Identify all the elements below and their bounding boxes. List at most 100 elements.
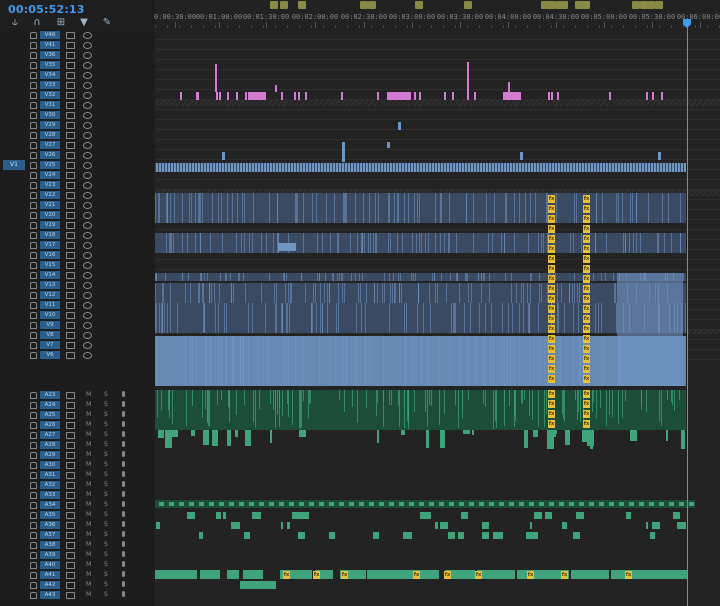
- fx-badge[interactable]: fx: [548, 285, 555, 293]
- audio-clip[interactable]: [524, 430, 528, 448]
- audio-clip[interactable]: [165, 430, 172, 448]
- video-block[interactable]: [155, 273, 686, 281]
- fx-badge[interactable]: fx: [548, 265, 555, 273]
- sync-lock-icon[interactable]: [66, 72, 75, 79]
- eye-icon[interactable]: [83, 282, 92, 289]
- lock-icon[interactable]: [30, 252, 37, 259]
- graphics-clip[interactable]: [652, 92, 654, 100]
- lock-icon[interactable]: [30, 242, 37, 249]
- lock-icon[interactable]: [30, 532, 37, 539]
- lock-icon[interactable]: [30, 92, 37, 99]
- graphics-clip[interactable]: [646, 92, 648, 100]
- voiceover-mic-icon[interactable]: [122, 571, 125, 577]
- audio-clip[interactable]: [435, 522, 438, 529]
- timeline-marker[interactable]: [582, 1, 590, 9]
- audio-clip[interactable]: [171, 430, 178, 437]
- sync-lock-icon[interactable]: [66, 132, 75, 139]
- lock-icon[interactable]: [30, 192, 37, 199]
- sync-lock-icon[interactable]: [66, 142, 75, 149]
- fx-badge[interactable]: fx: [548, 365, 555, 373]
- track-name[interactable]: A27: [40, 431, 60, 439]
- sync-lock-icon[interactable]: [66, 302, 75, 309]
- voiceover-mic-icon[interactable]: [122, 411, 125, 417]
- audio-clip[interactable]: [227, 430, 231, 446]
- mute-button[interactable]: M: [86, 420, 91, 430]
- sync-lock-icon[interactable]: [66, 492, 75, 499]
- solo-button[interactable]: S: [104, 430, 108, 440]
- sync-lock-icon[interactable]: [66, 472, 75, 479]
- voiceover-mic-icon[interactable]: [122, 471, 125, 477]
- fx-badge[interactable]: fx: [548, 420, 555, 428]
- audio-clip[interactable]: [562, 522, 567, 529]
- fx-badge[interactable]: fx: [283, 571, 290, 579]
- eye-icon[interactable]: [83, 92, 92, 99]
- audio-clip[interactable]: [582, 430, 588, 442]
- audio-clip[interactable]: [571, 570, 609, 579]
- playhead-line[interactable]: [687, 20, 688, 606]
- track-name[interactable]: A31: [40, 471, 60, 479]
- sync-lock-icon[interactable]: [66, 162, 75, 169]
- lock-icon[interactable]: [30, 422, 37, 429]
- lock-icon[interactable]: [30, 122, 37, 129]
- track-name[interactable]: V7: [40, 341, 60, 349]
- fx-badge[interactable]: fx: [583, 215, 590, 223]
- audio-clip[interactable]: [299, 430, 306, 437]
- track-name[interactable]: A23: [40, 391, 60, 399]
- graphics-clip[interactable]: [393, 92, 411, 100]
- fx-badge[interactable]: fx: [548, 245, 555, 253]
- video-clip[interactable]: [520, 152, 523, 160]
- sync-lock-icon[interactable]: [66, 272, 75, 279]
- track-name[interactable]: A30: [40, 461, 60, 469]
- sync-lock-icon[interactable]: [66, 452, 75, 459]
- audio-clip[interactable]: [373, 532, 379, 539]
- track-name[interactable]: V27: [40, 141, 60, 149]
- audio-clip[interactable]: [590, 430, 593, 449]
- solo-button[interactable]: S: [104, 560, 108, 570]
- solo-button[interactable]: S: [104, 490, 108, 500]
- eye-icon[interactable]: [83, 82, 92, 89]
- track-name[interactable]: A41: [40, 571, 60, 579]
- audio-clip[interactable]: [403, 532, 412, 539]
- video-block[interactable]: [155, 303, 686, 333]
- solo-button[interactable]: S: [104, 460, 108, 470]
- lock-icon[interactable]: [30, 402, 37, 409]
- sync-lock-icon[interactable]: [66, 312, 75, 319]
- timeline-marker[interactable]: [647, 1, 655, 9]
- track-name[interactable]: V31: [40, 101, 60, 109]
- audio-clip[interactable]: [576, 512, 584, 519]
- fx-badge[interactable]: fx: [583, 205, 590, 213]
- voiceover-mic-icon[interactable]: [122, 461, 125, 467]
- fx-badge[interactable]: fx: [548, 235, 555, 243]
- sync-lock-icon[interactable]: [66, 562, 75, 569]
- sync-lock-icon[interactable]: [66, 202, 75, 209]
- mute-button[interactable]: M: [86, 550, 91, 560]
- fx-badge[interactable]: fx: [583, 335, 590, 343]
- audio-clip[interactable]: [533, 430, 538, 437]
- track-name[interactable]: A28: [40, 441, 60, 449]
- video-block[interactable]: [155, 283, 686, 303]
- audio-clip[interactable]: [565, 430, 570, 445]
- graphics-clip[interactable]: [275, 85, 277, 92]
- audio-clip[interactable]: [482, 522, 489, 529]
- lock-icon[interactable]: [30, 442, 37, 449]
- track-name[interactable]: V17: [40, 241, 60, 249]
- fx-badge[interactable]: fx: [548, 335, 555, 343]
- audio-clip[interactable]: [666, 430, 668, 441]
- marker-icon[interactable]: ▼: [77, 16, 91, 30]
- audio-clip[interactable]: [652, 522, 660, 529]
- audio-clip[interactable]: [448, 532, 455, 539]
- track-name[interactable]: A33: [40, 491, 60, 499]
- voiceover-mic-icon[interactable]: [122, 511, 125, 517]
- sync-lock-icon[interactable]: [66, 192, 75, 199]
- fx-badge[interactable]: fx: [583, 355, 590, 363]
- audio-clip[interactable]: [401, 430, 405, 435]
- sync-lock-icon[interactable]: [66, 582, 75, 589]
- graphics-clip[interactable]: [419, 92, 421, 100]
- sync-lock-icon[interactable]: [66, 392, 75, 399]
- track-name[interactable]: A43: [40, 591, 60, 599]
- eye-icon[interactable]: [83, 132, 92, 139]
- sync-lock-icon[interactable]: [66, 292, 75, 299]
- audio-clip[interactable]: [440, 522, 448, 529]
- fx-badge[interactable]: fx: [583, 420, 590, 428]
- audio-clip[interactable]: [428, 512, 431, 519]
